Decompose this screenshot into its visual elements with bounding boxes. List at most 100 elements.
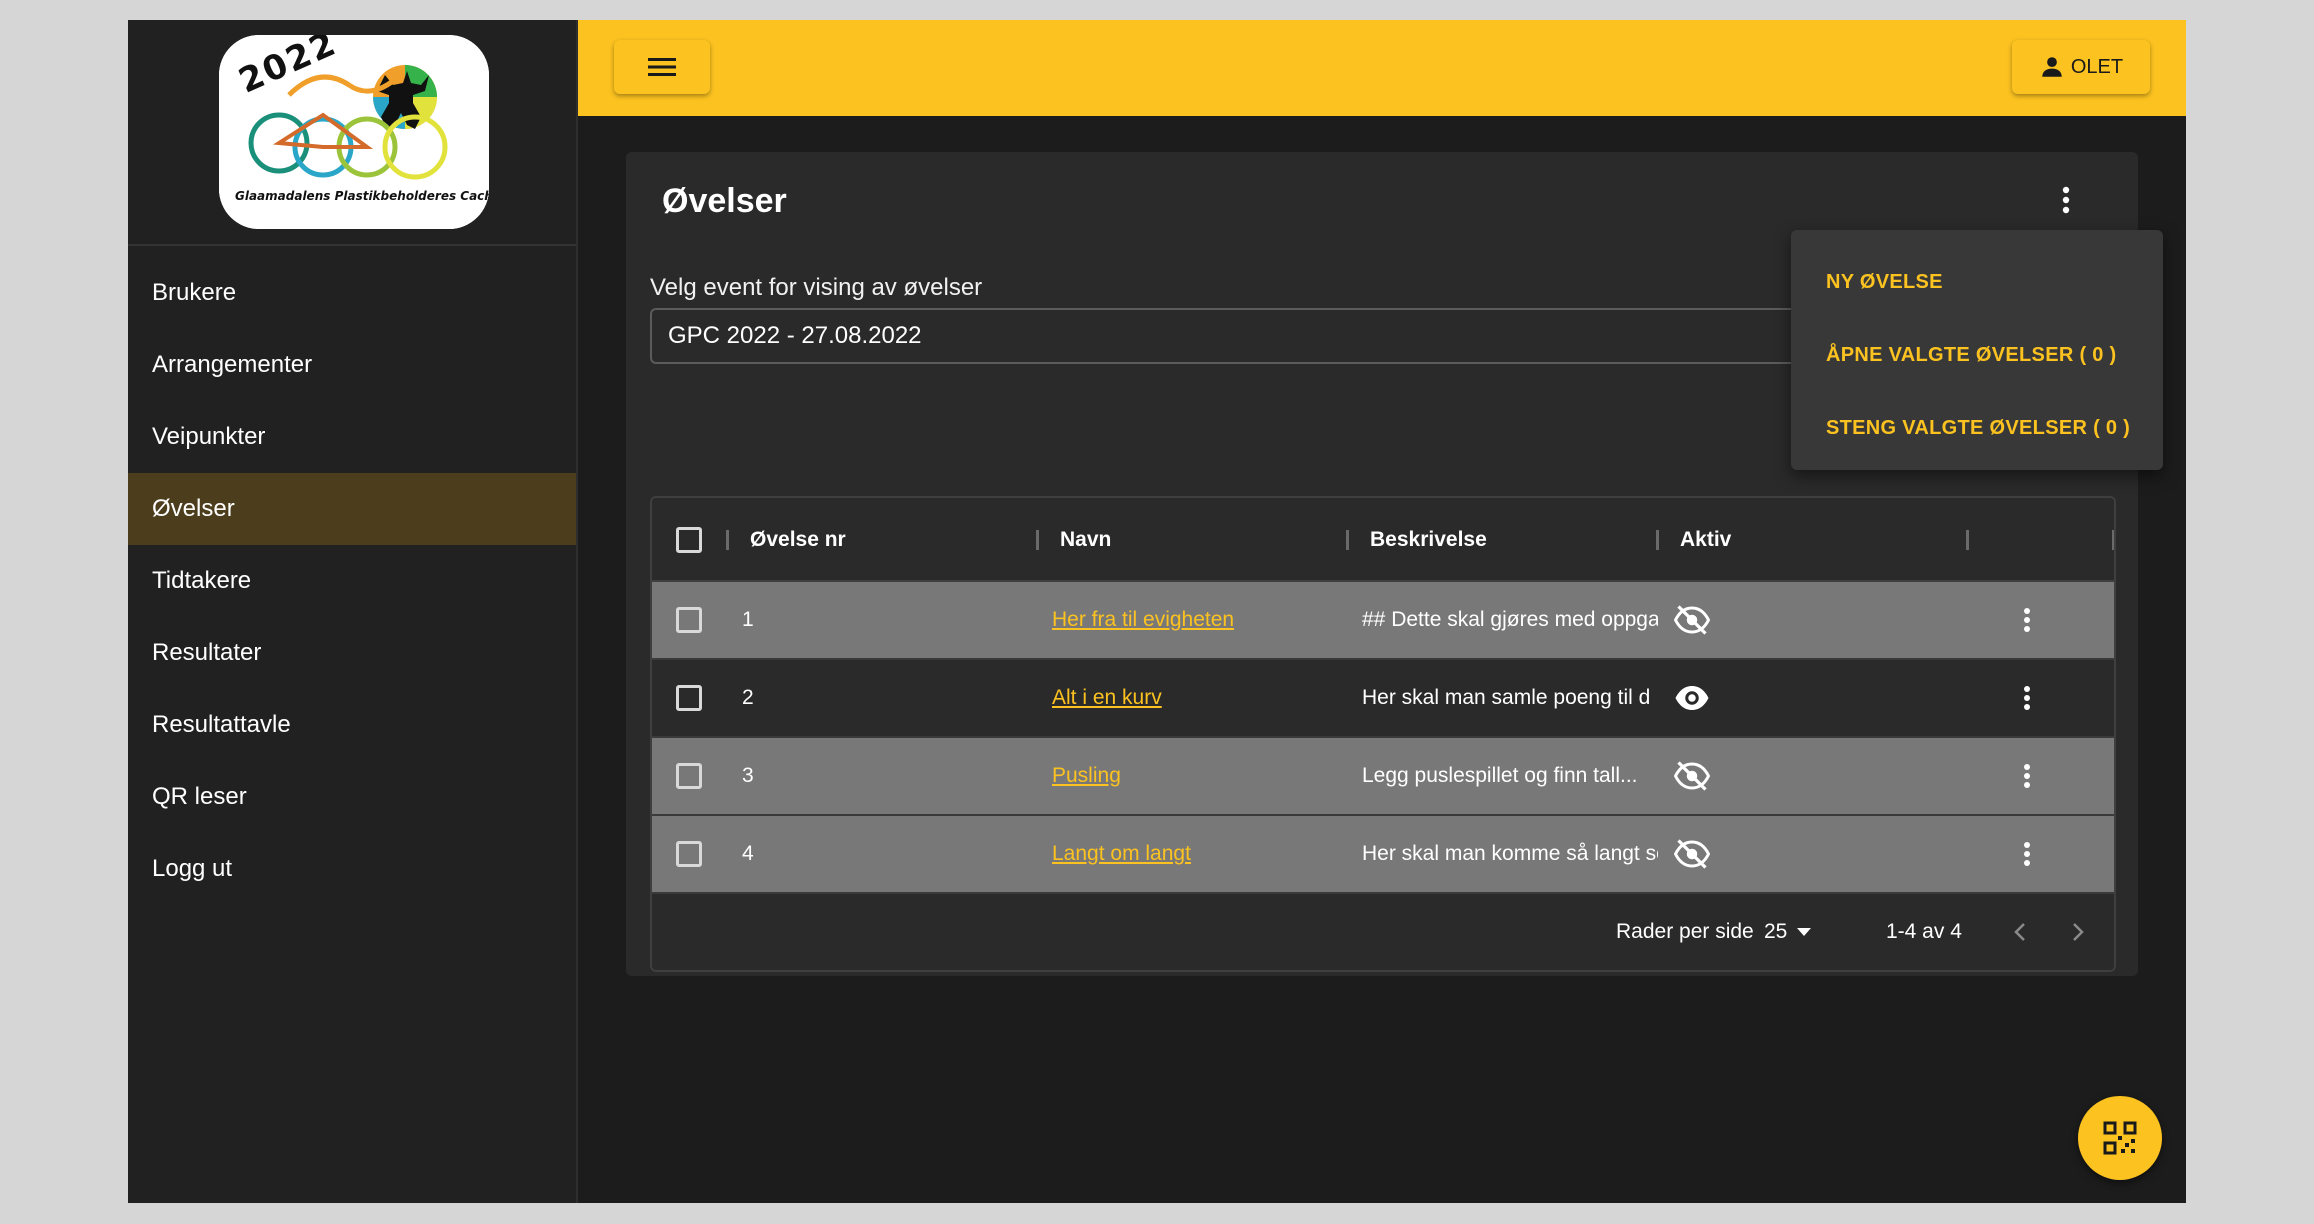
event-select-label: Velg event for vising av øvelser: [650, 274, 983, 301]
column-separator: [1346, 530, 1349, 550]
hamburger-icon: [648, 58, 676, 76]
chevron-left-icon: [2014, 923, 2025, 941]
sidebar-item-label: Tidtakere: [152, 567, 252, 594]
row-nr: 1: [742, 608, 754, 631]
row-description: Her skal man samle poeng til d: [1362, 686, 1651, 709]
event-select-value: GPC 2022 - 27.08.2022: [668, 322, 922, 349]
row-checkbox[interactable]: [676, 685, 702, 711]
column-separator: [726, 530, 729, 550]
row-checkbox[interactable]: [676, 763, 702, 789]
table-header: Øvelse nr Navn Beskrivelse Aktiv: [652, 498, 2114, 582]
select-all-checkbox[interactable]: [676, 527, 702, 553]
sidebar-nav: Brukere Arrangementer Veipunkter Øvelser…: [128, 246, 576, 905]
row-active-toggle[interactable]: [1674, 660, 1710, 736]
page-title: Øvelser: [662, 182, 787, 220]
column-separator: [2112, 530, 2114, 550]
row-name-link[interactable]: Alt i en kurv: [1052, 686, 1162, 710]
exercises-table: Øvelse nr Navn Beskrivelse Aktiv 1 Her f…: [650, 496, 2116, 972]
column-header-navn[interactable]: Navn: [1060, 528, 1111, 552]
logo: 2022 Glaamadalens Plastikbeholderes Cach…: [219, 35, 489, 229]
sidebar-item-resultattavle[interactable]: Resultattavle: [128, 689, 576, 761]
actions-dropdown: NY ØVELSE ÅPNE VALGTE ØVELSER ( 0 ) STEN…: [1791, 230, 2163, 470]
eye-icon: [1675, 686, 1709, 710]
row-more-button[interactable]: [2012, 834, 2042, 874]
column-separator: [1036, 530, 1039, 550]
sidebar-item-brukere[interactable]: Brukere: [128, 257, 576, 329]
row-nr: 4: [742, 842, 754, 865]
row-description: Her skal man komme så langt som: [1362, 842, 1658, 865]
column-header-beskrivelse[interactable]: Beskrivelse: [1370, 528, 1487, 552]
logo-caption: Glaamadalens Plastikbeholderes Cacheleka…: [235, 189, 489, 203]
sidebar-item-veipunkter[interactable]: Veipunkter: [128, 401, 576, 473]
row-checkbox[interactable]: [676, 841, 702, 867]
sidebar-item-label: Logg ut: [152, 855, 233, 882]
row-nr: 3: [742, 764, 754, 787]
row-description: ## Dette skal gjøres med oppgave: [1362, 608, 1658, 631]
row-more-button[interactable]: [2012, 678, 2042, 718]
eye-off-icon: [1674, 761, 1710, 791]
column-header-nr[interactable]: Øvelse nr: [750, 528, 846, 552]
column-separator: [1656, 530, 1659, 550]
more-vert-icon: [2024, 608, 2030, 632]
caret-down-icon: [1797, 928, 1812, 936]
qr-code-icon: [2103, 1121, 2137, 1155]
row-more-button[interactable]: [2012, 600, 2042, 640]
sidebar-item-ovelser[interactable]: Øvelser: [128, 473, 576, 545]
table-row: 1 Her fra til evigheten ## Dette skal gj…: [652, 582, 2114, 660]
topbar: OLET: [578, 20, 2186, 116]
row-name-link[interactable]: Pusling: [1052, 764, 1121, 788]
card-more-button[interactable]: [2048, 182, 2084, 218]
sidebar-item-label: Resultater: [152, 639, 262, 666]
close-selected-menu-item[interactable]: STENG VALGTE ØVELSER ( 0 ): [1791, 392, 2163, 465]
sidebar-item-label: QR leser: [152, 783, 247, 810]
page-range: 1-4 av 4: [1886, 920, 1962, 943]
row-checkbox[interactable]: [676, 607, 702, 633]
sidebar-item-label: Veipunkter: [152, 423, 266, 450]
chevron-right-icon: [2073, 923, 2084, 941]
more-vert-icon: [2024, 764, 2030, 788]
table-pagination: Rader per side 25 1-4 av 4: [652, 894, 2114, 970]
sidebar-item-arrangementer[interactable]: Arrangementer: [128, 329, 576, 401]
row-active-toggle[interactable]: [1674, 582, 1710, 658]
logo-area: 2022 Glaamadalens Plastikbeholderes Cach…: [128, 20, 576, 246]
rows-per-page-value: 25: [1764, 920, 1788, 943]
sidebar-item-label: Resultattavle: [152, 711, 291, 738]
sidebar-item-qr-leser[interactable]: QR leser: [128, 761, 576, 833]
more-vert-icon: [2062, 186, 2070, 214]
more-vert-icon: [2024, 686, 2030, 710]
rows-per-page-label: Rader per side: [1616, 920, 1754, 943]
eye-off-icon: [1674, 839, 1710, 869]
event-select[interactable]: GPC 2022 - 27.08.2022: [650, 308, 1850, 364]
qr-scan-fab[interactable]: [2078, 1096, 2162, 1180]
row-name-link[interactable]: Langt om langt: [1052, 842, 1191, 866]
next-page-button[interactable]: [2072, 894, 2084, 970]
row-name-link[interactable]: Her fra til evigheten: [1052, 608, 1234, 632]
row-more-button[interactable]: [2012, 756, 2042, 796]
app-window: 2022 Glaamadalens Plastikbeholderes Cach…: [128, 20, 2186, 1203]
menu-button[interactable]: [614, 40, 710, 94]
eye-off-icon: [1674, 605, 1710, 635]
sidebar-item-label: Brukere: [152, 279, 237, 306]
more-vert-icon: [2024, 842, 2030, 866]
row-description: Legg puslespillet og finn tall...: [1362, 764, 1638, 787]
sidebar-item-logg-ut[interactable]: Logg ut: [128, 833, 576, 905]
sidebar: 2022 Glaamadalens Plastikbeholderes Cach…: [128, 20, 578, 1203]
sidebar-item-label: Øvelser: [152, 495, 235, 522]
column-separator: [1966, 530, 1969, 550]
sidebar-item-label: Arrangementer: [152, 351, 313, 378]
row-active-toggle[interactable]: [1674, 738, 1710, 814]
user-label: OLET: [2070, 55, 2124, 78]
sidebar-item-resultater[interactable]: Resultater: [128, 617, 576, 689]
rows-per-page-select[interactable]: 25: [1764, 894, 1812, 970]
person-icon: [2042, 57, 2062, 77]
row-nr: 2: [742, 686, 754, 709]
table-row: 2 Alt i en kurv Her skal man samle poeng…: [652, 660, 2114, 738]
column-header-aktiv[interactable]: Aktiv: [1680, 528, 1731, 552]
sidebar-item-tidtakere[interactable]: Tidtakere: [128, 545, 576, 617]
prev-page-button[interactable]: [2014, 894, 2026, 970]
new-exercise-menu-item[interactable]: NY ØVELSE: [1791, 246, 2163, 319]
row-active-toggle[interactable]: [1674, 816, 1710, 892]
user-button[interactable]: OLET: [2012, 40, 2150, 94]
table-row: 3 Pusling Legg puslespillet og finn tall…: [652, 738, 2114, 816]
open-selected-menu-item[interactable]: ÅPNE VALGTE ØVELSER ( 0 ): [1791, 319, 2163, 392]
